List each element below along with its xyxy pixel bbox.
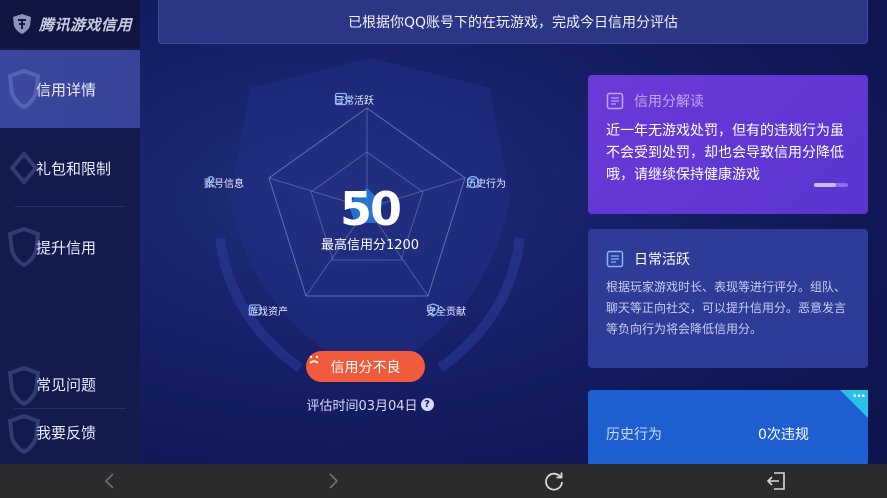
history-behavior-card[interactable]: 历史行为 0次违规 ••• (588, 390, 868, 466)
sidebar-item-label: 礼包和限制 (36, 159, 112, 178)
more-icon[interactable]: ••• (852, 393, 866, 402)
card-title: 信用分解读 (634, 94, 704, 110)
sidebar: 腾讯游戏信用 信用详情 礼包和限制 提升信用 常见问题 我要反馈 (0, 0, 140, 464)
credit-status-label: 信用分不良 (330, 359, 401, 376)
sidebar-item-label: 我要反馈 (36, 423, 97, 442)
radar-label-daily-activity: 日常活跃 (334, 92, 374, 107)
bottom-navigation-bar (0, 464, 887, 498)
chevron-right-icon (329, 473, 339, 489)
banner-text: 已根据你QQ账号下的在玩游戏，完成今日信用分评估 (347, 14, 679, 31)
account-icon (205, 176, 217, 189)
sidebar-divider (14, 206, 126, 207)
shield-icon (426, 303, 440, 317)
refresh-button[interactable] (534, 464, 574, 498)
radar-label-game-assets: 游戏资产 (248, 303, 288, 318)
document-icon (606, 92, 624, 110)
credit-radar-chart: 日常活跃 历史行为 安全贡献 游戏资产 账号信息 50 最高信用分1200 信用… (150, 48, 580, 468)
credit-status-badge[interactable]: 信用分不良 (306, 351, 425, 382)
sidebar-item-label: 提升信用 (36, 238, 97, 257)
gift-outline-icon (9, 150, 39, 186)
feedback-outline-icon (8, 414, 40, 454)
card-title: 日常活跃 (634, 252, 690, 268)
document-icon (606, 250, 624, 268)
refresh-icon (545, 472, 563, 491)
exit-icon (766, 472, 785, 490)
sidebar-item-label: 常见问题 (36, 375, 97, 394)
history-icon (466, 175, 480, 189)
radar-label-account-info: 账号信息 (204, 175, 244, 190)
radar-label-history: 历史行为 (466, 175, 506, 190)
page-indicator (814, 183, 848, 187)
app-logo-text: 腾讯游戏信用 (39, 15, 133, 34)
history-label: 历史行为 (606, 427, 662, 443)
max-score-label: 最高信用分1200 (320, 238, 420, 253)
app-logo: 腾讯游戏信用 (0, 0, 140, 48)
sidebar-divider (14, 408, 126, 409)
shield-outline-icon (8, 69, 40, 109)
chevron-left-icon (104, 473, 114, 489)
daily-activity-icon (334, 92, 348, 106)
violation-count: 0次违规 (758, 427, 809, 443)
credit-score-value: 50 (339, 182, 402, 236)
sidebar-item-gifts-and-limits[interactable]: 礼包和限制 (0, 130, 140, 206)
sad-face-icon (309, 355, 319, 364)
sidebar-item-feedback[interactable]: 我要反馈 (0, 410, 140, 454)
exit-button[interactable] (756, 464, 796, 498)
assets-icon (248, 304, 262, 316)
forward-button[interactable] (313, 464, 353, 498)
card-body: 根据玩家游戏时长、表现等进行评分。组队、聊天等正向社交，可以提升信用分。恶意发言… (606, 280, 847, 336)
sidebar-item-faq[interactable]: 常见问题 (0, 362, 140, 406)
help-icon[interactable]: ? (420, 398, 434, 411)
sidebar-item-label: 信用详情 (36, 80, 97, 99)
back-button[interactable] (90, 464, 130, 498)
daily-activity-card[interactable]: 日常活跃 根据玩家游戏时长、表现等进行评分。组队、聊天等正向社交，可以提升信用分… (588, 229, 868, 368)
card-body: 近一年无游戏处罚，但有的违规行为虽不会受到处罚，却也会导致信用分降低哦，请继续保… (606, 123, 844, 183)
evaluation-banner: 已根据你QQ账号下的在玩游戏，完成今日信用分评估 (158, 0, 868, 44)
tencent-games-logo-icon (13, 14, 31, 34)
credit-interpretation-card[interactable]: 信用分解读 近一年无游戏处罚，但有的违规行为虽不会受到处罚，却也会导致信用分降低… (588, 75, 868, 214)
credit-details-screen: 腾讯游戏信用 信用详情 礼包和限制 提升信用 常见问题 我要反馈 已根据你QQ账… (0, 0, 887, 498)
radar-label-security: 安全贡献 (426, 303, 466, 318)
shield-outline-icon (8, 227, 40, 267)
question-outline-icon (8, 366, 40, 406)
evaluation-time: 评估时间03月04日 ? (290, 395, 450, 414)
sidebar-item-credit-details[interactable]: 信用详情 (0, 50, 140, 128)
sidebar-item-improve-credit[interactable]: 提升信用 (0, 208, 140, 286)
